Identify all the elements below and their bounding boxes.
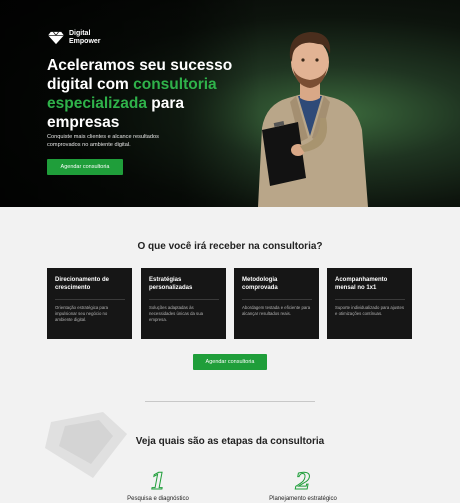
section-divider (145, 401, 315, 402)
card-description: Suporte individualizado para ajustes e o… (335, 305, 405, 316)
benefit-card-methodology: Metodologia comprovada Abordagem testada… (234, 268, 319, 339)
benefits-cta-button[interactable]: Agendar consultoria (193, 354, 267, 370)
benefits-title: O que você irá receber na consultoria? (137, 241, 323, 252)
step-label: Pesquisa e diagnóstico (127, 496, 189, 502)
brand-name: Digital Empower (69, 30, 101, 45)
card-description: Soluções adaptadas às necessidades única… (149, 305, 203, 322)
benefit-card-growth: Direcionamento de crescimento Orientação… (47, 268, 132, 339)
card-divider (149, 299, 219, 300)
card-title: Direcionamento de crescimento (55, 277, 110, 291)
step-number: 1 (150, 469, 166, 495)
card-divider (55, 299, 125, 300)
hero-section: Digital Empower Aceleramos seu sucesso d… (0, 0, 460, 207)
brand-line-1: Digital (69, 30, 91, 37)
card-divider (335, 299, 405, 300)
consultant-photo (258, 32, 368, 207)
diamond-logo-icon (48, 31, 64, 44)
card-divider (242, 299, 312, 300)
hero-headline: Aceleramos seu sucesso digital com consu… (47, 56, 242, 132)
brand-line-2: Empower (69, 37, 101, 45)
card-description: Orientação estratégica para impulsionar … (55, 305, 109, 322)
card-title: Acompanhamento mensal no 1x1 (335, 277, 388, 291)
step-number: 2 (295, 469, 311, 495)
step-2: 2 Planejamento estratégico (248, 469, 358, 503)
step-label: Planejamento estratégico (269, 496, 337, 502)
benefit-card-monthly: Acompanhamento mensal no 1x1 Suporte ind… (327, 268, 412, 339)
hero-subtitle: Conquiste mais clientes e alcance result… (47, 134, 159, 148)
card-title: Metodologia comprovada (242, 277, 278, 291)
brand-logo[interactable]: Digital Empower (47, 30, 101, 45)
benefit-card-strategies: Estratégias personalizadas Soluções adap… (141, 268, 226, 339)
step-1: 1 Pesquisa e diagnóstico (103, 469, 213, 503)
card-title: Estratégias personalizadas (149, 277, 193, 291)
card-description: Abordagem testada e eficiente para alcan… (242, 305, 311, 316)
steps-title: Veja quais são as etapas da consultoria (135, 436, 325, 447)
hero-cta-button[interactable]: Agendar consultoria (47, 159, 123, 175)
